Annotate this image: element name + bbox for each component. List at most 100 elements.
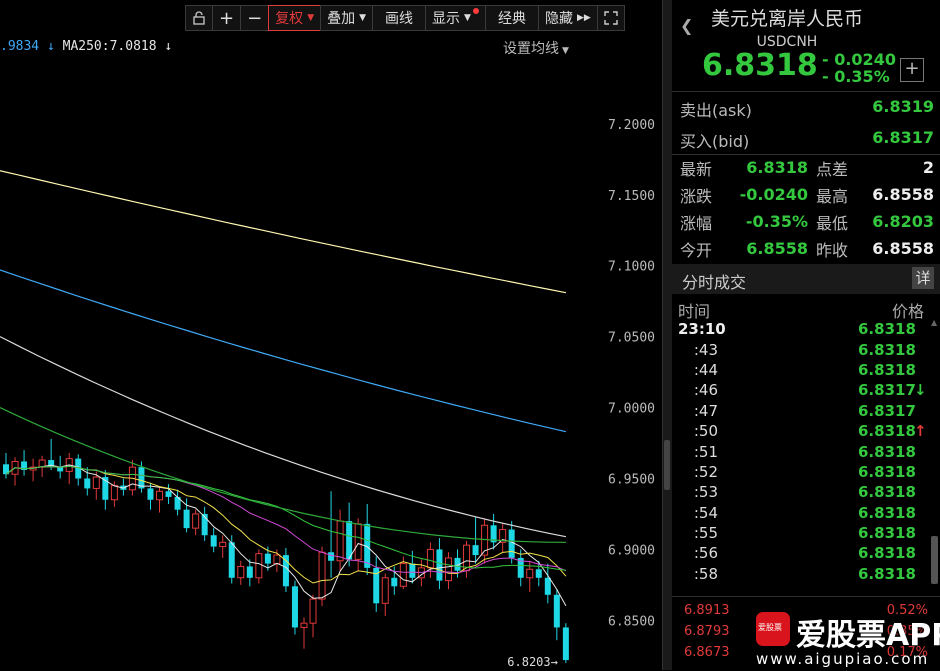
ma-prev-value: .9834 — [0, 39, 40, 54]
instrument-title: 美元兑离岸人民币 — [710, 8, 863, 30]
bid-row: 买入(bid) 6.8317 — [680, 128, 934, 152]
overlay-label: 叠加 — [327, 11, 356, 27]
zoom-out-button[interactable]: − — [240, 5, 270, 31]
double-right-icon: ▶▶ — [576, 13, 591, 23]
stats-row: 今开 6.8558 昨收 6.8558 — [680, 235, 934, 262]
candle-body — [544, 577, 551, 595]
ticks-title: 分时成交 — [682, 273, 747, 292]
adjust-dropdown[interactable]: 复权 ▼ — [268, 5, 322, 31]
app-logo: 爱股票 — [756, 612, 790, 646]
stat-value: -0.35% — [745, 212, 808, 231]
candle-body — [147, 488, 154, 500]
stat-value: 6.8203 — [872, 212, 934, 231]
stat-value: 6.8318 — [746, 158, 808, 177]
arrow-down-icon: ↓ — [46, 39, 55, 54]
tick-price: 6.8318 — [858, 483, 916, 502]
tick-time: :46 — [693, 381, 718, 400]
logo-text: 爱股票 — [758, 623, 782, 632]
add-watchlist-button[interactable]: + — [900, 58, 924, 82]
tick-time: :51 — [693, 442, 718, 461]
tick-row: :54 6.8318 — [678, 503, 928, 523]
candle-body — [354, 523, 362, 560]
low-price-marker: 6.8203→ — [507, 655, 558, 669]
divider — [672, 91, 940, 92]
stat-label: 最高 — [816, 186, 849, 206]
stat-label: 涨跌 — [680, 186, 713, 206]
candle-body — [300, 622, 308, 628]
ticks-scrollbar[interactable] — [931, 536, 938, 584]
tick-time: :52 — [693, 462, 718, 481]
candle-body — [264, 553, 271, 564]
overlay-dropdown[interactable]: 叠加 ▼ — [320, 5, 374, 31]
stat-value: 6.8558 — [746, 239, 808, 258]
stat-value: 6.8558 — [872, 239, 934, 258]
tick-price: 6.8318 — [858, 340, 916, 359]
tick-row: :51 6.8318 — [678, 441, 928, 461]
tick-price: 6.8318 — [858, 462, 916, 481]
candle-body — [255, 553, 263, 579]
ask-label: 卖出(ask) — [680, 101, 752, 120]
watermark-title: 爱股票APP — [796, 618, 940, 653]
candle-body — [84, 478, 91, 489]
set-ma-button[interactable]: 设置均线 ▼ — [503, 38, 569, 58]
price-change: - 0.0240 - 0.35% — [822, 51, 896, 85]
tick-row: :50 6.8318 ↑ — [678, 421, 928, 441]
y-tick-label: 6.9000 — [608, 543, 655, 558]
bid-value: 6.8317 — [872, 128, 934, 147]
zoom-in-button[interactable]: + — [212, 5, 242, 31]
kline-svg: 7.2000 7.1500 7.1000 7.0500 7.0000 6.9500 6.90… — [0, 118, 655, 669]
y-tick-label: 7.1500 — [608, 189, 655, 204]
candle-body — [92, 476, 100, 489]
tick-row: 23:10 6.8318 — [678, 319, 928, 339]
tick-price: 6.8318 — [858, 320, 916, 339]
stat-label: 最低 — [816, 213, 849, 233]
adjust-label: 复权 — [275, 11, 304, 27]
stat-label: 昨收 — [816, 240, 849, 260]
candle-body — [526, 568, 534, 579]
ticks-header: 分时成交 详 — [672, 264, 940, 294]
candle-body — [426, 548, 434, 569]
candle-body — [336, 520, 344, 562]
tick-price: 6.8318 — [858, 544, 916, 563]
candle-body — [210, 535, 217, 547]
display-dropdown[interactable]: 显示 ▼ — [425, 5, 486, 31]
tick-time: :54 — [693, 503, 718, 522]
set-ma-label: 设置均线 — [503, 41, 559, 57]
hide-button[interactable]: 隐藏 ▶▶ — [537, 5, 598, 31]
tick-row: :43 6.8318 — [678, 339, 928, 359]
ma120-line — [0, 269, 567, 433]
tick-price: 6.8318 — [858, 422, 916, 441]
candle-body — [228, 542, 235, 578]
change-percent: - 0.35% — [822, 67, 890, 86]
tick-time: :43 — [693, 340, 718, 359]
bid-label: 买入(bid) — [680, 132, 750, 151]
stat-label: 涨幅 — [680, 213, 713, 233]
candle-body — [282, 555, 289, 587]
tick-price: 6.8317 — [858, 401, 916, 420]
tick-row: :47 6.8317 — [678, 401, 928, 421]
stat-value: -0.0240 — [739, 185, 808, 204]
scroll-up-icon[interactable]: ▲ — [931, 318, 937, 327]
ma60-line — [0, 336, 567, 538]
candle-body — [562, 627, 569, 661]
stat-label: 今开 — [680, 240, 713, 260]
tick-row: :44 6.8318 — [678, 360, 928, 380]
classic-button[interactable]: 经典 — [484, 5, 539, 31]
kline-chart[interactable]: 7.2000 7.1500 7.1000 7.0500 7.0000 6.9500 6.90… — [0, 0, 662, 670]
candle-body — [273, 554, 281, 565]
draw-line-button[interactable]: 画线 — [372, 5, 427, 31]
arrow-up-icon: ↑ — [914, 422, 927, 441]
stat-label: 点差 — [816, 159, 849, 179]
tick-time: :53 — [693, 483, 718, 502]
tick-row: :46 6.8317 ↓ — [678, 380, 928, 400]
splitter-grip[interactable] — [664, 440, 670, 490]
tick-price: 6.8318 — [858, 503, 916, 522]
candle-body — [553, 594, 560, 628]
fullscreen-icon[interactable] — [596, 5, 625, 31]
detail-button[interactable]: 详 — [912, 267, 934, 289]
stats-row: 涨幅 -0.35% 最低 6.8203 — [680, 208, 934, 235]
candle-body — [391, 577, 398, 587]
stat-value: 6.8558 — [872, 185, 934, 204]
lock-icon[interactable] — [185, 5, 213, 31]
candle-body — [219, 541, 227, 548]
